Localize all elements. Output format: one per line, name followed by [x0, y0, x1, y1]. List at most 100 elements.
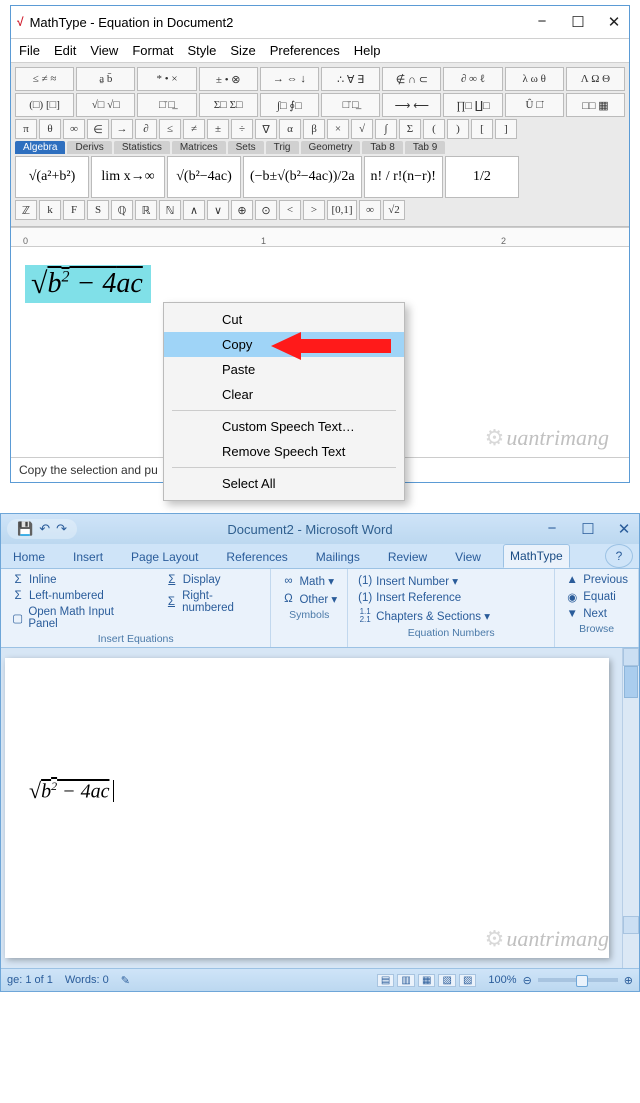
sym2-z[interactable]: ℤ	[15, 200, 37, 220]
sym-nabla[interactable]: ∇	[255, 119, 277, 139]
word-close-button[interactable]: ✕	[615, 520, 633, 538]
view-outline-icon[interactable]: ▧	[438, 974, 455, 987]
sym-sigma[interactable]: Σ	[399, 119, 421, 139]
sym2-gt[interactable]: >	[303, 200, 325, 220]
sym-theta[interactable]: θ	[39, 119, 61, 139]
menu-view[interactable]: View	[90, 43, 118, 58]
tmpl-over[interactable]: □̄ □̲	[321, 93, 380, 117]
sym-beta[interactable]: β	[303, 119, 325, 139]
fav-pythag[interactable]: √(a²+b²)	[15, 156, 89, 198]
tmpl-hat[interactable]: Û □̇	[505, 93, 564, 117]
fav-discrim[interactable]: √(b²−4ac)	[167, 156, 241, 198]
tab-insert[interactable]: Insert	[67, 546, 109, 568]
sym-sqrt[interactable]: √	[351, 119, 373, 139]
tab-home[interactable]: Home	[7, 546, 51, 568]
sym-lparen[interactable]: (	[423, 119, 445, 139]
tab-view[interactable]: View	[449, 546, 487, 568]
sym-alpha[interactable]: α	[279, 119, 301, 139]
btn-equations[interactable]: ◉Equati	[563, 589, 630, 605]
sym-int[interactable]: ∫	[375, 119, 397, 139]
sym-times[interactable]: ×	[327, 119, 349, 139]
palette-calc[interactable]: ∂ ∞ ℓ	[443, 67, 502, 91]
status-zoom[interactable]: 100%	[488, 974, 516, 986]
ctx-paste[interactable]: Paste	[164, 357, 404, 382]
sym-pm[interactable]: ±	[207, 119, 229, 139]
status-page[interactable]: ge: 1 of 1	[7, 974, 53, 986]
zoom-out-button[interactable]: ⊖	[523, 974, 532, 987]
tab-references[interactable]: References	[220, 546, 293, 568]
view-read-icon[interactable]: ▥	[397, 974, 414, 987]
tmpl-longarr[interactable]: ⟶ ⟵	[382, 93, 441, 117]
tmpl-radical[interactable]: √□ √□	[76, 93, 135, 117]
sym-inf[interactable]: ∞	[63, 119, 85, 139]
page[interactable]: √ b2 − 4ac	[5, 658, 609, 958]
tab-algebra[interactable]: Algebra	[15, 141, 65, 154]
scroll-up-button[interactable]	[623, 648, 639, 666]
view-draft-icon[interactable]: ▨	[459, 974, 476, 987]
tmpl-int[interactable]: ∫□ ∮□	[260, 93, 319, 117]
btn-left-numbered[interactable]: ΣLeft-numbered	[9, 589, 143, 603]
btn-insert-ref[interactable]: (1)Insert Reference	[356, 591, 546, 605]
ctx-select-all[interactable]: Select All	[164, 471, 404, 496]
equation-edit-area[interactable]: √ b2 − 4ac Cut Copy Paste Clear Custom S…	[11, 247, 629, 457]
maximize-button[interactable]: ☐	[569, 13, 587, 31]
sym2-sqrt2[interactable]: √2	[383, 200, 405, 220]
status-words[interactable]: Words: 0	[65, 974, 109, 986]
menu-prefs[interactable]: Preferences	[270, 43, 340, 58]
minimize-button[interactable]: −	[533, 13, 551, 31]
fav-quadratic[interactable]: (−b±√(b²−4ac))/2a	[243, 156, 362, 198]
scroll-down-button[interactable]	[623, 916, 639, 934]
zoom-slider[interactable]	[538, 978, 618, 982]
pasted-equation[interactable]: √ b2 − 4ac	[29, 778, 114, 804]
menu-format[interactable]: Format	[132, 43, 173, 58]
btn-insert-number[interactable]: (1)Insert Number ▾	[356, 573, 546, 589]
palette-arrows[interactable]: → ⇔ ↓	[260, 67, 319, 91]
view-print-icon[interactable]: ▤	[377, 974, 394, 987]
ctx-custom-speech[interactable]: Custom Speech Text…	[164, 414, 404, 439]
palette-set[interactable]: ∉ ∩ ⊂	[382, 67, 441, 91]
btn-math-symbols[interactable]: ∞Math ▾	[279, 573, 339, 589]
palette-pm[interactable]: ± • ⊗	[199, 67, 258, 91]
sym-in[interactable]: ∈	[87, 119, 109, 139]
palette-ops[interactable]: * • ×	[137, 67, 196, 91]
tab-mailings[interactable]: Mailings	[310, 546, 366, 568]
btn-open-math-input[interactable]: ▢Open Math Input Panel	[9, 605, 143, 631]
sym2-s[interactable]: S	[87, 200, 109, 220]
sym-partial[interactable]: ∂	[135, 119, 157, 139]
sym-lbrack[interactable]: [	[471, 119, 493, 139]
sym2-r[interactable]: ℝ	[135, 200, 157, 220]
word-maximize-button[interactable]: ☐	[579, 520, 597, 538]
btn-chapters-sections[interactable]: 1.1 2.1Chapters & Sections ▾	[356, 607, 546, 625]
tab-review[interactable]: Review	[382, 546, 433, 568]
qat-undo-icon[interactable]: ↶	[39, 521, 50, 537]
sym-rparen[interactable]: )	[447, 119, 469, 139]
tab-derivs[interactable]: Derivs	[67, 141, 111, 154]
ctx-remove-speech[interactable]: Remove Speech Text	[164, 439, 404, 464]
tmpl-matrix[interactable]: □□ ▦	[566, 93, 625, 117]
menu-file[interactable]: File	[19, 43, 40, 58]
sym2-and[interactable]: ∧	[183, 200, 205, 220]
ctx-clear[interactable]: Clear	[164, 382, 404, 407]
sym2-or[interactable]: ∨	[207, 200, 229, 220]
zoom-slider-thumb[interactable]	[576, 975, 588, 987]
tab-trig[interactable]: Trig	[266, 141, 299, 154]
zoom-in-button[interactable]: ⊕	[624, 974, 633, 987]
tab-8[interactable]: Tab 8	[362, 141, 402, 154]
ctx-cut[interactable]: Cut	[164, 307, 404, 332]
sym-arrow[interactable]: →	[111, 119, 133, 139]
tab-matrices[interactable]: Matrices	[172, 141, 226, 154]
qat-save-icon[interactable]: 💾	[17, 521, 33, 537]
word-minimize-button[interactable]: −	[543, 520, 561, 538]
palette-rel[interactable]: ≤ ≠ ≈	[15, 67, 74, 91]
tab-9[interactable]: Tab 9	[405, 141, 445, 154]
btn-inline[interactable]: ΣInline	[9, 573, 143, 587]
fav-limit[interactable]: lim x→∞	[91, 156, 165, 198]
tab-mathtype[interactable]: MathType	[503, 544, 570, 568]
palette-greek2[interactable]: Λ Ω Θ	[566, 67, 625, 91]
palette-greek1[interactable]: λ ω θ	[505, 67, 564, 91]
sym-ne[interactable]: ≠	[183, 119, 205, 139]
btn-display[interactable]: ΣDisplay	[163, 573, 263, 587]
qat-redo-icon[interactable]: ↷	[56, 521, 67, 537]
menu-size[interactable]: Size	[230, 43, 255, 58]
view-web-icon[interactable]: ▦	[418, 974, 435, 987]
